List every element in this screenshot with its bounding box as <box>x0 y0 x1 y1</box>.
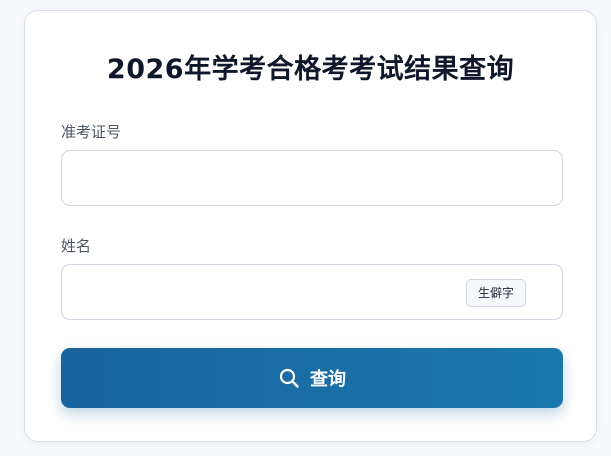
exam-id-input[interactable] <box>61 150 563 206</box>
search-icon <box>278 367 300 389</box>
query-button-label: 查询 <box>310 369 346 390</box>
query-card: 2026年学考合格考考试结果查询 准考证号 姓名 生僻字 查询 <box>24 10 597 442</box>
exam-id-label: 准考证号 <box>61 123 122 141</box>
page-title: 2026年学考合格考考试结果查询 <box>106 54 515 85</box>
name-label: 姓名 <box>61 237 92 255</box>
query-button[interactable]: 查询 <box>61 348 563 408</box>
rare-char-button[interactable]: 生僻字 <box>466 279 526 307</box>
